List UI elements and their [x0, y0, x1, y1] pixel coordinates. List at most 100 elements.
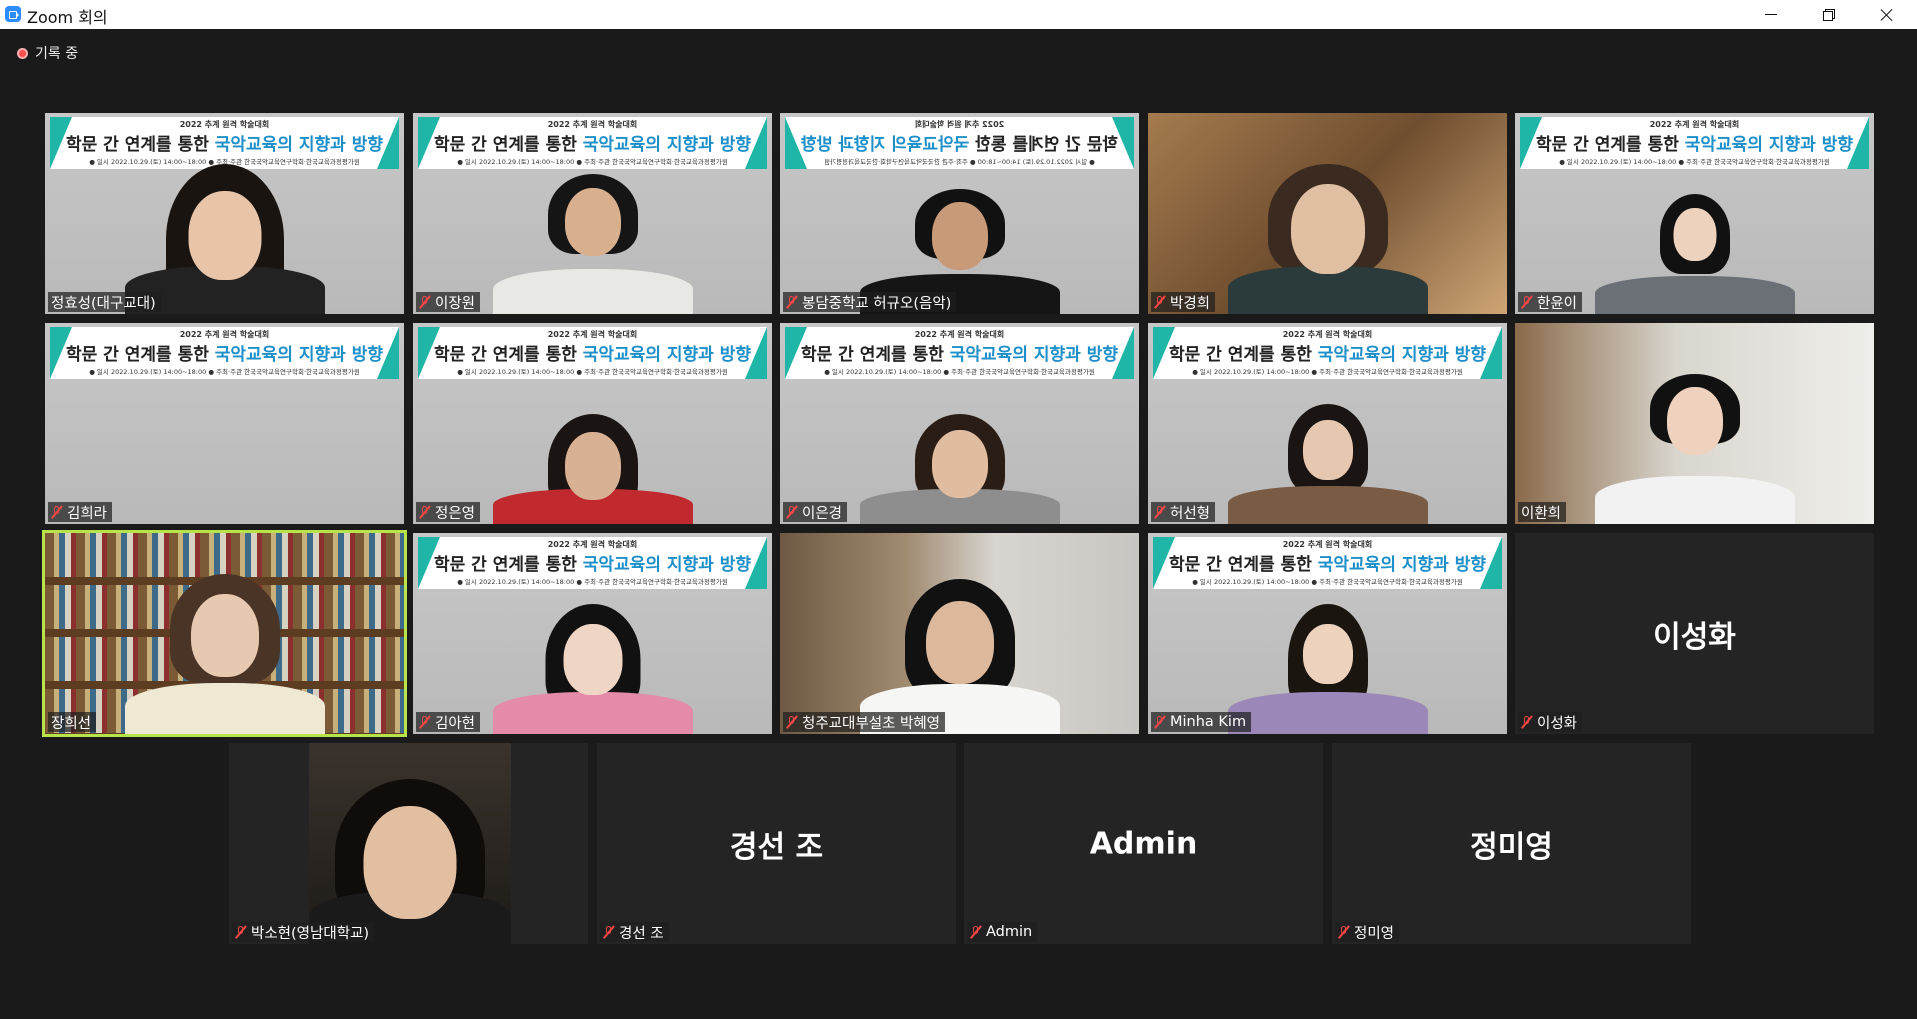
participant-name-label: 한윤이: [1518, 292, 1583, 312]
minimize-icon: [1765, 14, 1777, 15]
participant-name: 정효성(대구교대): [51, 295, 156, 312]
banner-subtitle: ● 일시 2022.10.29.(토) 14:00~18:00 ● 주최·주관 …: [1559, 158, 1830, 166]
banner-top-text: 2022 추계 원격 학술대회: [1282, 330, 1373, 339]
participant-tile[interactable]: 2022 추계 원격 학술대회 학문 간 연계를 통한 국악교육의 지향과 방향 ●…: [780, 113, 1139, 314]
banner-title: 학문 간 연계를 통한 국악교육의 지향과 방향: [800, 345, 1119, 365]
banner-subtitle: ● 일시 2022.10.29.(토) 14:00~18:00 ● 주최·주관 …: [824, 368, 1095, 376]
participant-name: 한윤이: [1537, 295, 1578, 312]
participant-tile[interactable]: 2022 추계 원격 학술대회 학문 간 연계를 통한 국악교육의 지향과 방향 ●…: [413, 323, 772, 524]
participant-tile[interactable]: 이환희: [1515, 323, 1874, 524]
participant-display-name: 경선 조: [729, 829, 824, 865]
banner-title: 학문 간 연계를 통한 국악교육의 지향과 방향: [65, 135, 384, 155]
participant-video-figure: [483, 174, 703, 314]
event-banner: 2022 추계 원격 학술대회 학문 간 연계를 통한 국악교육의 지향과 방향 ●…: [785, 117, 1134, 169]
participant-name-label: 이환희: [1518, 502, 1567, 522]
participant-tile[interactable]: 청주교대부설초 박혜영: [780, 533, 1139, 734]
banner-top-text: 2022 추계 원격 학술대회: [1282, 540, 1373, 549]
muted-mic-icon: [1154, 295, 1166, 309]
participant-name: 박경희: [1170, 295, 1211, 312]
participant-name-label: 허선형: [1151, 502, 1216, 522]
participant-tile[interactable]: 2022 추계 원격 학술대회 학문 간 연계를 통한 국악교육의 지향과 방향 ●…: [45, 113, 404, 314]
participant-tile[interactable]: 2022 추계 원격 학술대회 학문 간 연계를 통한 국악교육의 지향과 방향 ●…: [45, 323, 404, 524]
record-icon: [17, 47, 28, 59]
participant-name-label: 경선 조: [600, 922, 669, 942]
event-banner: 2022 추계 원격 학술대회 학문 간 연계를 통한 국악교육의 지향과 방향 ●…: [418, 117, 767, 169]
banner-title: 학문 간 연계를 통한 국악교육의 지향과 방향: [433, 135, 752, 155]
participant-name: 봉담중학교 허규오(음악): [802, 295, 952, 312]
muted-mic-icon: [1521, 715, 1533, 729]
event-banner: 2022 추계 원격 학술대회 학문 간 연계를 통한 국악교육의 지향과 방향 ●…: [50, 327, 399, 379]
participant-name: 김희라: [67, 505, 108, 522]
participant-tile[interactable]: 정미영 정미영: [1332, 743, 1691, 944]
muted-mic-icon: [419, 715, 431, 729]
participant-tile[interactable]: 2022 추계 원격 학술대회 학문 간 연계를 통한 국악교육의 지향과 방향 ●…: [1148, 323, 1507, 524]
participant-name: 이성화: [1537, 715, 1578, 732]
participant-tile[interactable]: 2022 추계 원격 학술대회학문 간 연계를 통한 국악교육의 지향과 방향 ●…: [1148, 533, 1507, 734]
banner-top-text: 2022 추계 원격 학술대회: [179, 120, 270, 129]
close-button[interactable]: [1858, 0, 1916, 29]
participant-name-label: 청주교대부설초 박혜영: [783, 712, 946, 732]
minimize-button[interactable]: [1742, 0, 1800, 29]
event-banner: 2022 추계 원격 학술대회 학문 간 연계를 통한 국악교육의 지향과 방향 ●…: [785, 327, 1134, 379]
muted-mic-icon: [1154, 505, 1166, 519]
participant-display-name: Admin: [1089, 826, 1198, 861]
muted-mic-icon: [1338, 925, 1350, 939]
participant-video-figure: [1218, 404, 1438, 524]
participant-name: 장희선: [51, 715, 92, 732]
participant-name-label: 박경희: [1151, 292, 1216, 312]
participant-tile[interactable]: 경선 조 경선 조: [597, 743, 956, 944]
banner-top-text: 2022 추계 원격 학술대회: [1649, 120, 1740, 129]
participant-tile[interactable]: 2022 추계 원격 학술대회 학문 간 연계를 통한 국악교육의 지향과 방향 ●…: [413, 113, 772, 314]
participant-name: 이은경: [802, 505, 843, 522]
participant-name-label: Admin: [967, 922, 1038, 942]
banner-title: 학문 간 연계를 통한 국악교육의 지향과 방향: [1168, 555, 1487, 575]
close-icon: [1880, 8, 1894, 22]
participant-video-figure: [850, 414, 1070, 524]
participant-name: 허선형: [1170, 505, 1211, 522]
participant-name-label: 김희라: [48, 502, 113, 522]
banner-subtitle: ● 일시 2022.10.29.(토) 14:00~18:00 ● 주최·주관 …: [824, 158, 1095, 166]
muted-mic-icon: [235, 925, 247, 939]
banner-subtitle: ● 일시 2022.10.29.(토) 14:00~18:00 ● 주최·주관 …: [457, 158, 728, 166]
participant-name: 경선 조: [619, 925, 664, 942]
title-bar: Zoom 회의: [0, 0, 1917, 29]
banner-title: 학문 간 연계를 통한 국악교육의 지향과 방향: [800, 135, 1119, 155]
participant-name: 정은영: [435, 505, 476, 522]
participant-tile[interactable]: Admin Admin: [964, 743, 1323, 944]
participant-tile[interactable]: 2022 추계 원격 학술대회 학문 간 연계를 통한 국악교육의 지향과 방향 ●…: [1515, 113, 1874, 314]
muted-mic-icon: [603, 925, 615, 939]
participant-display-name: 이성화: [1653, 619, 1736, 655]
participant-video-figure: [300, 779, 520, 944]
participant-video-figure: [115, 574, 335, 734]
banner-subtitle: ● 일시 2022.10.29.(토) 14:00~18:00 ● 주최·주관 …: [1192, 578, 1463, 586]
participant-tile[interactable]: 박경희: [1148, 113, 1507, 314]
restore-button[interactable]: [1800, 0, 1858, 29]
muted-mic-icon: [786, 295, 798, 309]
participant-tile[interactable]: 이성화 이성화: [1515, 533, 1874, 734]
event-banner: 2022 추계 원격 학술대회 학문 간 연계를 통한 국악교육의 지향과 방향 ●…: [1520, 117, 1869, 169]
banner-top-text: 2022 추계 원격 학술대회: [547, 330, 638, 339]
muted-mic-icon: [786, 505, 798, 519]
event-banner: 2022 추계 원격 학술대회 학문 간 연계를 통한 국악교육의 지향과 방향 ●…: [1153, 327, 1502, 379]
event-banner: 2022 추계 원격 학술대회 학문 간 연계를 통한 국악교육의 지향과 방향 ●…: [418, 327, 767, 379]
participant-tile[interactable]: 박소현(영남대학교): [229, 743, 588, 944]
participant-tile[interactable]: 장희선: [42, 530, 407, 737]
participant-name-label: 정은영: [416, 502, 481, 522]
participant-name-label: 봉담중학교 허규오(음악): [783, 292, 957, 312]
participant-tile[interactable]: 2022 추계 원격 학술대회 학문 간 연계를 통한 국악교육의 지향과 방향 ●…: [780, 323, 1139, 524]
recording-label: 기록 중: [35, 46, 79, 62]
muted-mic-icon: [970, 925, 982, 939]
participant-name-label: 김아현: [416, 712, 481, 732]
participant-tile[interactable]: 2022 추계 원격 학술대회 학문 간 연계를 통한 국악교육의 지향과 방향 ●…: [413, 533, 772, 734]
muted-mic-icon: [1521, 295, 1533, 309]
participant-name: 박소현(영남대학교): [251, 925, 370, 942]
event-banner: 2022 추계 원격 학술대회 학문 간 연계를 통한 국악교육의 지향과 방향 ●…: [418, 537, 767, 589]
participant-name: 이장원: [435, 295, 476, 312]
participant-video-figure: [1585, 194, 1805, 314]
participant-video-figure: [1585, 374, 1805, 524]
participant-name: 김아현: [435, 715, 476, 732]
participant-name-label: 이은경: [783, 502, 848, 522]
participant-name: 정미영: [1354, 925, 1395, 942]
recording-indicator[interactable]: 기록 중: [17, 44, 78, 62]
participant-name: Minha Kim: [1170, 714, 1247, 730]
